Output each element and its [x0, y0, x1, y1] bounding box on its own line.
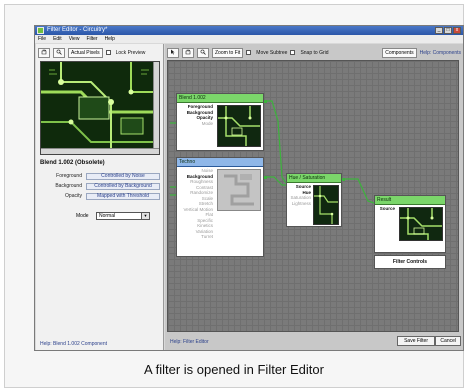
noise-thumbnail-graphic: [218, 170, 260, 210]
hand-icon: [185, 48, 191, 54]
port-label: Turret: [201, 234, 213, 239]
figure-caption: A filter is opened in Filter Editor: [144, 362, 324, 377]
zoom-tool-button[interactable]: [53, 47, 65, 58]
node-ports: Source: [377, 206, 395, 212]
node-thumbnail: [313, 185, 339, 225]
lock-preview-label: Lock Preview: [115, 49, 146, 56]
hue-saturation-node[interactable]: Hue / Saturation Source Hue Saturation L…: [286, 173, 342, 227]
component-title: Blend 1.002 (Obsolete): [40, 160, 105, 166]
snap-to-grid-label: Snap to Grid: [300, 49, 329, 56]
components-button[interactable]: Components: [382, 47, 417, 58]
help-link-component[interactable]: Help: Blend 1.002 Component: [40, 341, 107, 347]
property-value-button[interactable]: Mapped with Threshold: [86, 192, 160, 200]
node-title: Blend 1.002: [177, 94, 263, 103]
select-tool-button[interactable]: [167, 47, 179, 58]
help-link-components[interactable]: Help: Components: [420, 50, 461, 56]
move-subtree-label: Move Subtree: [256, 49, 288, 56]
circuit-thumbnail-graphic: [400, 208, 442, 240]
snap-to-grid-checkbox[interactable]: [290, 50, 296, 55]
property-label: Background: [55, 183, 82, 189]
menu-file[interactable]: File: [38, 35, 46, 43]
node-ports: Source Hue Saturation Lightness: [289, 184, 311, 206]
mode-label: Mode: [76, 213, 89, 219]
node-title: Hue / Saturation: [287, 174, 341, 183]
title-bar[interactable]: Filter Editor - Circuitry* _ □ x: [35, 26, 463, 35]
zoom-tool-button[interactable]: [197, 47, 209, 58]
actual-pixels-button[interactable]: Actual Pixels: [68, 47, 103, 58]
filter-graph-canvas[interactable]: Blend 1.002 Foreground Background Opacit…: [167, 60, 459, 332]
output-port[interactable]: [264, 176, 267, 179]
canvas-area: Zoom to Fit Move Subtree Snap to Grid Co…: [165, 44, 463, 350]
menu-help[interactable]: Help: [105, 35, 115, 43]
menu-bar: File Edit View Filter Help: [35, 35, 463, 43]
property-label: Opacity: [65, 193, 82, 199]
circuit-thumbnail-graphic: [314, 186, 338, 224]
preview-horizontal-scrollbar[interactable]: [41, 148, 159, 154]
port-label: Saturation: [290, 195, 311, 200]
window-title: Filter Editor - Circuitry*: [47, 27, 108, 33]
node-title: Techno: [177, 158, 263, 167]
magnifier-icon: [200, 49, 206, 55]
node-title: Result: [375, 196, 445, 205]
techno-node[interactable]: Techno Noise Background Roughness Contra…: [176, 157, 264, 257]
property-label: Foreground: [56, 173, 82, 179]
left-panel: Actual Pixels Lock Preview Blend 1.002 (…: [36, 44, 164, 350]
save-filter-button[interactable]: Save Filter: [397, 336, 435, 346]
property-row-foreground: Foreground Controlled by Noise: [40, 172, 160, 180]
hand-tool-button[interactable]: [182, 47, 194, 58]
node-ports: Foreground Background Opacity Mode: [179, 104, 213, 126]
mode-value: Normal: [99, 213, 116, 219]
minimize-button[interactable]: _: [435, 27, 443, 34]
bottom-bar: Help: Filter Editor Save Filter Cancel: [165, 334, 463, 348]
port-label: Source: [379, 206, 395, 211]
app-icon: [37, 27, 44, 34]
node-ports: Noise Background Roughness Contrast Rand…: [179, 168, 213, 240]
magnifier-icon: [56, 49, 62, 55]
window-controls: _ □ x: [435, 27, 461, 34]
menu-edit[interactable]: Edit: [53, 35, 62, 43]
property-row-background: Background Controlled by Background: [40, 182, 160, 190]
filter-controls-label: Filter Controls: [392, 259, 428, 265]
close-button[interactable]: x: [453, 27, 461, 34]
port-label: Mode: [201, 120, 213, 126]
mode-select[interactable]: Normal ▼: [96, 212, 150, 220]
hand-tool-button[interactable]: [38, 47, 50, 58]
blend-node[interactable]: Blend 1.002 Foreground Background Opacit…: [176, 93, 264, 151]
property-row-opacity: Opacity Mapped with Threshold: [40, 192, 160, 200]
result-node[interactable]: Result Source: [374, 195, 446, 253]
node-thumbnail: [399, 207, 443, 241]
arrow-pointer-icon: [171, 49, 175, 54]
node-thumbnail: [217, 169, 261, 211]
preview-toolbar: Actual Pixels Lock Preview: [38, 47, 161, 58]
filter-controls-node[interactable]: Filter Controls: [374, 255, 446, 269]
preview-image[interactable]: [40, 61, 160, 155]
node-thumbnail: [217, 105, 261, 147]
property-value-button[interactable]: Controlled by Background: [86, 182, 160, 190]
output-port[interactable]: [342, 178, 345, 181]
canvas-toolbar: Zoom to Fit Move Subtree Snap to Grid Co…: [167, 47, 461, 58]
hand-icon: [41, 48, 47, 54]
chevron-down-icon: ▼: [141, 213, 149, 219]
help-link-filter-editor[interactable]: Help: Filter Editor: [170, 339, 209, 345]
maximize-button[interactable]: □: [444, 27, 452, 34]
filter-editor-window: Filter Editor - Circuitry* _ □ x File Ed…: [34, 25, 464, 351]
port-label: Lightness: [291, 200, 311, 206]
lock-preview-checkbox[interactable]: [105, 50, 111, 55]
menu-filter[interactable]: Filter: [86, 35, 97, 43]
circuit-thumbnail-graphic: [218, 106, 260, 146]
move-subtree-checkbox[interactable]: [246, 50, 252, 55]
property-value-button[interactable]: Controlled by Noise: [86, 172, 160, 180]
output-port[interactable]: [264, 100, 267, 103]
menu-view[interactable]: View: [69, 35, 80, 43]
cancel-button[interactable]: Cancel: [435, 336, 461, 346]
circuit-preview-graphic: [41, 62, 155, 150]
screenshot-frame: Filter Editor - Circuitry* _ □ x File Ed…: [4, 4, 464, 388]
zoom-to-fit-button[interactable]: Zoom to Fit: [212, 47, 244, 58]
preview-vertical-scrollbar[interactable]: [153, 62, 159, 154]
